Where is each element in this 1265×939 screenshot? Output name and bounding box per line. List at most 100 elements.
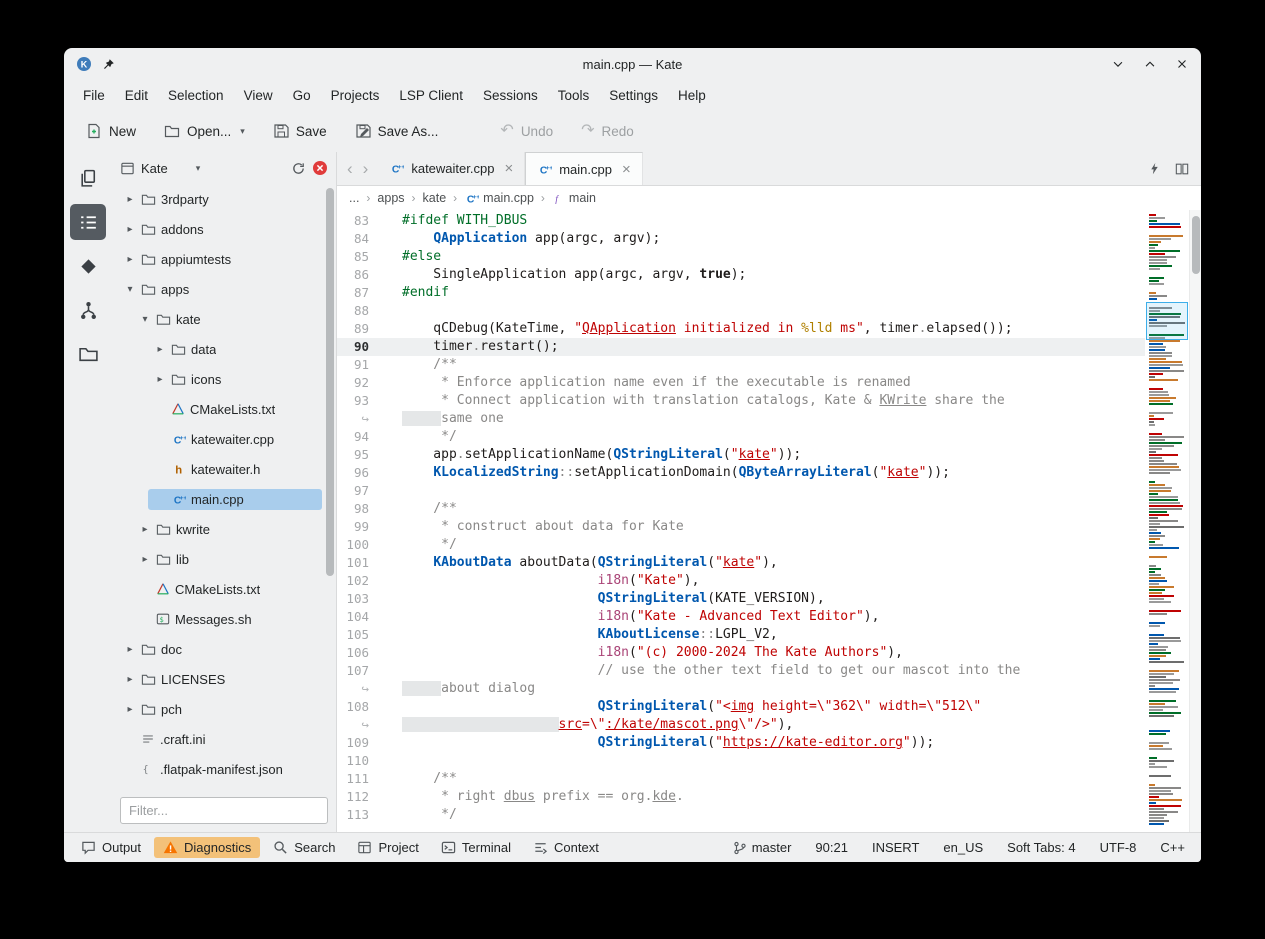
code-line[interactable]: 103 QStringLiteral(KATE_VERSION), xyxy=(337,590,1145,608)
code-line[interactable]: 90 timer.restart(); xyxy=(337,338,1145,356)
code-line[interactable]: 96 KLocalizedString::setApplicationDomai… xyxy=(337,464,1145,482)
expander-icon[interactable]: ▾ xyxy=(124,284,136,295)
sidebar-git-button[interactable] xyxy=(70,248,106,284)
close-project-icon[interactable] xyxy=(312,160,328,176)
line-number[interactable]: 94 xyxy=(337,428,379,446)
line-number[interactable]: 104 xyxy=(337,608,379,626)
line-number[interactable]: 101 xyxy=(337,554,379,572)
minimize-icon[interactable] xyxy=(1111,57,1125,71)
code-line[interactable]: 111 /** xyxy=(337,770,1145,788)
menu-help[interactable]: Help xyxy=(669,84,715,107)
code-line[interactable]: 106 i18n("(c) 2000-2024 The Kate Authors… xyxy=(337,644,1145,662)
code-line[interactable]: 99 * construct about data for Kate xyxy=(337,518,1145,536)
breadcrumb-kate[interactable]: kate xyxy=(423,191,447,205)
line-number[interactable]: 110 xyxy=(337,752,379,770)
save-as-button[interactable]: Save As... xyxy=(345,117,449,145)
split-view-icon[interactable] xyxy=(1175,162,1189,176)
tree-item-messages-sh[interactable]: $Messages.sh xyxy=(112,604,336,634)
menu-lsp-client[interactable]: LSP Client xyxy=(390,84,472,107)
close-tab-icon[interactable]: × xyxy=(504,160,513,177)
breadcrumb-main-cpp[interactable]: C++main.cpp xyxy=(464,191,534,206)
refresh-icon[interactable] xyxy=(291,161,306,176)
sidebar-projects-button[interactable] xyxy=(70,204,106,240)
line-number[interactable]: 89 xyxy=(337,320,379,338)
tree-item-cmakelists-txt[interactable]: CMakeLists.txt xyxy=(112,574,336,604)
line-number[interactable]: 98 xyxy=(337,500,379,518)
minimap[interactable] xyxy=(1145,210,1189,832)
maximize-icon[interactable] xyxy=(1143,57,1157,71)
lsp-actions-icon[interactable] xyxy=(1148,162,1161,175)
close-tab-icon[interactable]: × xyxy=(622,161,631,178)
undo-button[interactable]: ↶Undo xyxy=(490,117,563,145)
code-line[interactable]: 87#endif xyxy=(337,284,1145,302)
line-number[interactable]: 92 xyxy=(337,374,379,392)
tree-item-icons[interactable]: ▸icons xyxy=(112,364,336,394)
code-line[interactable]: 92 * Enforce application name even if th… xyxy=(337,374,1145,392)
menu-tools[interactable]: Tools xyxy=(549,84,599,107)
line-number[interactable]: 83 xyxy=(337,212,379,230)
tree-item-cmakelists-txt[interactable]: CMakeLists.txt xyxy=(112,394,336,424)
line-number[interactable]: 109 xyxy=(337,734,379,752)
minimap-viewport[interactable] xyxy=(1146,302,1188,340)
code-line[interactable]: 93 * Connect application with translatio… xyxy=(337,392,1145,410)
line-number[interactable]: 85 xyxy=(337,248,379,266)
menu-go[interactable]: Go xyxy=(284,84,320,107)
code-line[interactable]: 113 */ xyxy=(337,806,1145,824)
status-context-button[interactable]: Context xyxy=(524,837,608,858)
tree-item-data[interactable]: ▸data xyxy=(112,334,336,364)
tree-item-lib[interactable]: ▸lib xyxy=(112,544,336,574)
sidebar-filesystem-button[interactable] xyxy=(70,336,106,372)
code-line[interactable]: 84 QApplication app(argc, argv); xyxy=(337,230,1145,248)
wrap-marker[interactable]: ↪ xyxy=(337,716,379,734)
line-number[interactable]: 84 xyxy=(337,230,379,248)
tree-item-pch[interactable]: ▸pch xyxy=(112,694,336,724)
tree-item-flatpak-manifest-json[interactable]: { }.flatpak-manifest.json xyxy=(112,784,336,792)
tab-forward-icon[interactable]: › xyxy=(363,159,369,179)
line-number[interactable]: 111 xyxy=(337,770,379,788)
close-icon[interactable] xyxy=(1175,57,1189,71)
status-cursor-position[interactable]: 90:21 xyxy=(815,837,848,858)
menu-projects[interactable]: Projects xyxy=(322,84,389,107)
code-line[interactable]: 107 // use the other text field to get o… xyxy=(337,662,1145,680)
sidebar-commits-button[interactable] xyxy=(70,292,106,328)
tree-item-appiumtests[interactable]: ▸appiumtests xyxy=(112,244,336,274)
tree-item-craft-ini[interactable]: .craft.ini xyxy=(112,724,336,754)
tree-item-kate[interactable]: ▾kate xyxy=(112,304,336,334)
status-search-button[interactable]: Search xyxy=(264,837,344,858)
line-number[interactable]: 100 xyxy=(337,536,379,554)
save-button[interactable]: Save xyxy=(263,117,337,145)
status-terminal-button[interactable]: Terminal xyxy=(432,837,520,858)
code-line[interactable]: 102 i18n("Kate"), xyxy=(337,572,1145,590)
line-number[interactable]: 106 xyxy=(337,644,379,662)
breadcrumb-more[interactable]: ... xyxy=(349,191,359,205)
code-line[interactable]: 94 */ xyxy=(337,428,1145,446)
status-dictionary[interactable]: en_US xyxy=(943,837,983,858)
line-number[interactable]: 103 xyxy=(337,590,379,608)
code-line[interactable]: ↪ same one xyxy=(337,410,1145,428)
line-number[interactable]: 102 xyxy=(337,572,379,590)
tree-item-addons[interactable]: ▸addons xyxy=(112,214,336,244)
new-button[interactable]: New xyxy=(76,117,146,145)
code-line[interactable]: 100 */ xyxy=(337,536,1145,554)
line-number[interactable]: 113 xyxy=(337,806,379,824)
line-number[interactable]: 108 xyxy=(337,698,379,716)
expander-icon[interactable]: ▸ xyxy=(124,224,136,235)
status-tab-settings[interactable]: Soft Tabs: 4 xyxy=(1007,837,1075,858)
line-number[interactable]: 95 xyxy=(337,446,379,464)
tree-item-kwrite[interactable]: ▸kwrite xyxy=(112,514,336,544)
code-line[interactable]: 105 KAboutLicense::LGPL_V2, xyxy=(337,626,1145,644)
code-line[interactable]: 101 KAboutData aboutData(QStringLiteral(… xyxy=(337,554,1145,572)
menu-edit[interactable]: Edit xyxy=(116,84,157,107)
line-number[interactable]: 87 xyxy=(337,284,379,302)
code-line[interactable]: 109 QStringLiteral("https://kate-editor.… xyxy=(337,734,1145,752)
tab-back-icon[interactable]: ‹ xyxy=(347,159,353,179)
menu-selection[interactable]: Selection xyxy=(159,84,233,107)
tree-item-katewaiter-h[interactable]: hkatewaiter.h xyxy=(112,454,336,484)
code-line[interactable]: 97 xyxy=(337,482,1145,500)
expander-icon[interactable]: ▾ xyxy=(139,314,151,325)
line-number[interactable]: 88 xyxy=(337,302,379,320)
open-button[interactable]: Open...▾ xyxy=(154,117,255,145)
expander-icon[interactable]: ▸ xyxy=(154,374,166,385)
code-line[interactable]: 83#ifdef WITH_DBUS xyxy=(337,212,1145,230)
line-number[interactable]: 107 xyxy=(337,662,379,680)
